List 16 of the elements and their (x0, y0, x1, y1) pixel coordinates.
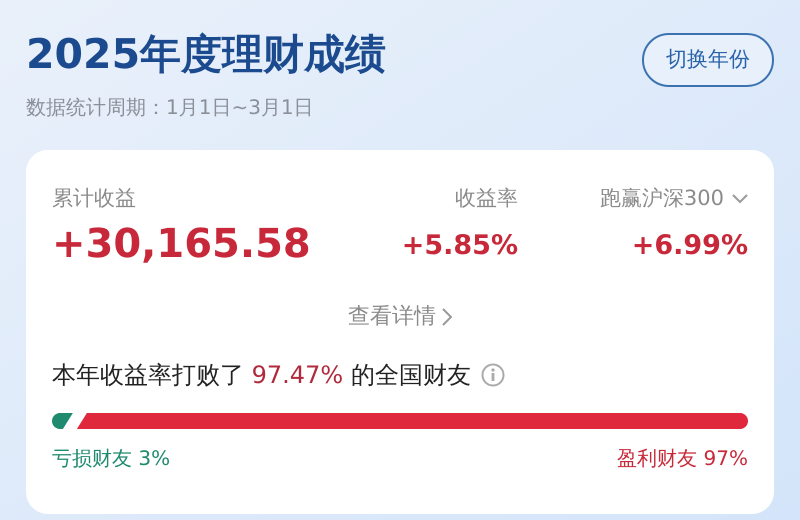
info-icon[interactable] (480, 363, 505, 387)
page-title: 2025年度理财成绩 (26, 29, 386, 80)
period-text: 数据统计周期：1月1日~3月1日 (26, 94, 315, 121)
metric-value: +5.85% (402, 229, 518, 263)
view-details-link[interactable]: 查看详情 (348, 300, 452, 333)
chevron-down-icon[interactable] (732, 194, 748, 204)
metric-label: 累计收益 (52, 185, 136, 212)
profit-label: 盈利财友 97% (617, 445, 748, 472)
metric-value: +6.99% (632, 229, 748, 263)
ranking-text: 本年收益率打败了 97.47% 的全国财友 (52, 360, 471, 391)
switch-year-button[interactable]: 切换年份 (642, 33, 774, 87)
metric-value: +30,165.58 (52, 220, 311, 269)
loss-label: 亏损财友 3% (52, 445, 170, 472)
chevron-right-icon[interactable] (442, 308, 452, 326)
metric-label: 跑赢沪深300 (600, 185, 724, 212)
metric-label: 收益率 (455, 185, 518, 212)
